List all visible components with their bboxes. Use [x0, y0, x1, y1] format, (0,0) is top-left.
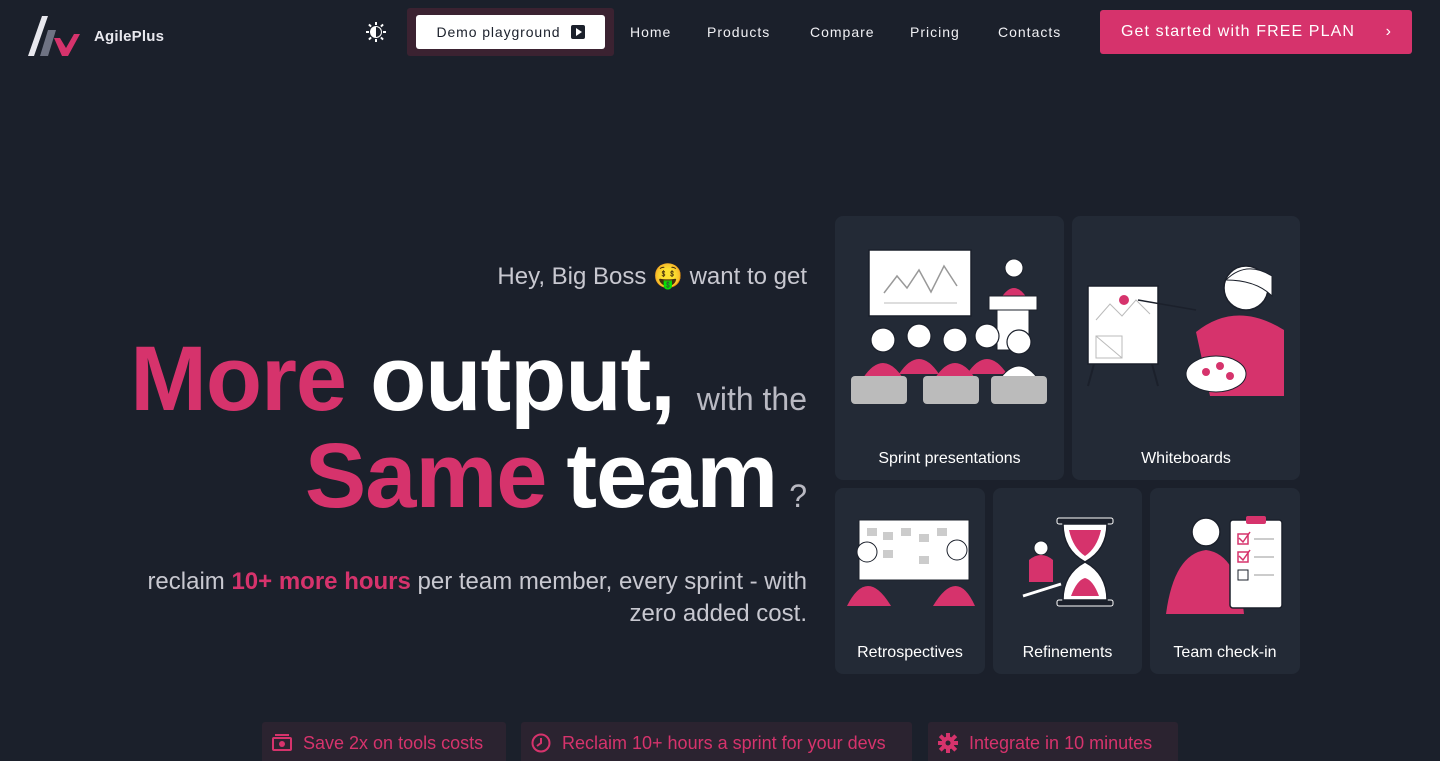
demo-playground-button[interactable]: Demo playground: [416, 15, 605, 49]
subtitle-highlight: 10+ more hours: [231, 568, 411, 595]
headline-more: More: [130, 328, 347, 430]
card-whiteboards[interactable]: Whiteboards: [1072, 216, 1300, 480]
demo-playground-wrapper: Demo playground: [407, 8, 614, 56]
hourglass-illustration-icon: [1022, 517, 1114, 607]
chevron-right-icon: ›: [1385, 23, 1392, 40]
headline-team: team: [566, 425, 778, 527]
hero-headline-line-1: More output, with the: [130, 327, 807, 431]
feature-label: Save 2x on tools costs: [303, 732, 484, 753]
presentation-illustration-icon: [851, 249, 1047, 404]
card-sprint-presentations[interactable]: Sprint presentations: [835, 216, 1064, 480]
top-navigation: AgilePlus Demo playground Home Products …: [0, 0, 1440, 64]
money-icon: [272, 734, 292, 751]
nav-compare[interactable]: Compare: [810, 24, 875, 40]
get-started-label: Get started with FREE PLAN: [1121, 23, 1356, 40]
card-team-check-in[interactable]: Team check-in: [1150, 488, 1300, 674]
app-name: AgilePlus: [94, 27, 165, 45]
clock-icon: [531, 733, 551, 753]
headline-same: Same: [304, 425, 547, 527]
headline-output: output,: [370, 328, 676, 430]
subtitle-suffix: per team member, every sprint - with zer…: [410, 568, 807, 627]
agileplus-logo-icon: [28, 16, 80, 56]
card-label: Team check-in: [1173, 644, 1277, 661]
subtitle-prefix: reclaim: [147, 568, 232, 595]
gear-icon: [938, 733, 958, 753]
nav-products[interactable]: Products: [707, 24, 770, 40]
hero-greeting: Hey, Big Boss 🤑 want to get: [497, 263, 807, 290]
card-label: Sprint presentations: [878, 450, 1021, 467]
get-started-button[interactable]: Get started with FREE PLAN ›: [1100, 10, 1412, 54]
whiteboard-illustration-icon: [1087, 265, 1284, 396]
feature-label: Reclaim 10+ hours a sprint for your devs: [562, 732, 886, 753]
checklist-illustration-icon: [1166, 516, 1283, 614]
card-refinements[interactable]: Refinements: [993, 488, 1142, 674]
card-label: Refinements: [1022, 644, 1113, 661]
headline-with-the: with the: [696, 381, 807, 417]
card-label: Retrospectives: [857, 644, 963, 661]
hero-subtitle: reclaim 10+ more hours per team member, …: [127, 566, 807, 630]
card-label: Whiteboards: [1141, 450, 1231, 467]
feature-reclaim-hours: Reclaim 10+ hours a sprint for your devs: [521, 722, 912, 761]
hero-headline-line-2: Same team ?: [305, 424, 807, 528]
nav-contacts[interactable]: Contacts: [998, 24, 1061, 40]
nav-home[interactable]: Home: [630, 24, 671, 40]
retrospective-illustration-icon: [847, 519, 975, 606]
nav-pricing[interactable]: Pricing: [910, 24, 960, 40]
play-icon: [570, 25, 585, 39]
theme-toggle-icon[interactable]: [366, 22, 386, 42]
logo[interactable]: AgilePlus: [28, 16, 164, 56]
demo-playground-label: Demo playground: [436, 24, 561, 40]
feature-integrate: Integrate in 10 minutes: [928, 722, 1178, 761]
feature-label: Integrate in 10 minutes: [969, 732, 1153, 753]
headline-question-mark: ?: [789, 478, 807, 514]
card-retrospectives[interactable]: Retrospectives: [835, 488, 985, 674]
feature-save-costs: Save 2x on tools costs: [262, 722, 506, 761]
